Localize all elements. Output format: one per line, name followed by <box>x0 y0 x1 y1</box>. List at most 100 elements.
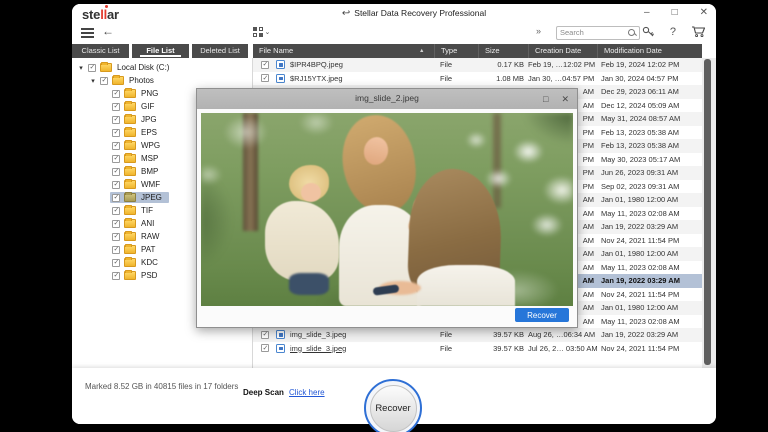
tree-item-photos[interactable]: ▾Photos <box>72 74 252 87</box>
tree-item-inner: Photos <box>98 75 161 86</box>
marked-summary-text: Marked 8.52 GB in 40815 files in 17 fold… <box>85 381 253 392</box>
scrollbar-thumb[interactable] <box>704 59 711 365</box>
table-row[interactable]: $IPR4BPQ.jpegFile0.17 KBFeb 19, …12:02 P… <box>253 58 702 72</box>
size-cell: 39.57 KB <box>468 330 524 339</box>
expand-arrow-icon[interactable]: ▾ <box>88 77 98 85</box>
folder-icon <box>124 193 136 202</box>
tab-file-list[interactable]: File List <box>132 44 189 58</box>
checkbox-checked-icon[interactable] <box>112 272 120 280</box>
tab-deleted-list[interactable]: Deleted List <box>192 44 248 58</box>
deep-scan-label: Deep Scan <box>243 388 284 397</box>
checkbox-checked-icon[interactable] <box>112 220 120 228</box>
back-icon[interactable]: ← <box>102 24 114 38</box>
preview-title-bar[interactable]: img_slide_2.jpeg □ ✕ <box>197 89 577 109</box>
tree-item-label: PNG <box>141 89 158 98</box>
tree-item-label: PSD <box>141 271 157 280</box>
toolbar-right-icons: ? <box>642 25 706 38</box>
preview-title: img_slide_2.jpeg <box>197 93 577 103</box>
modification-date-cell: May 30, 2023 05:17 AM <box>601 155 680 164</box>
modification-date-cell: May 11, 2023 02:08 AM <box>601 263 680 272</box>
cart-icon[interactable] <box>691 25 706 38</box>
checkbox-checked-icon[interactable] <box>112 142 120 150</box>
tree-item-label: GIF <box>141 102 154 111</box>
preview-close-button[interactable]: ✕ <box>561 92 569 106</box>
preview-recover-button[interactable]: Recover <box>515 308 569 322</box>
modification-date-cell: Jan 01, 1980 12:00 AM <box>601 249 678 258</box>
sort-ascending-icon[interactable]: ▲ <box>419 44 424 58</box>
tree-item-inner: PSD <box>110 270 164 281</box>
tree-item-inner: ANI <box>110 218 161 229</box>
tree-item-inner: RAW <box>110 231 166 242</box>
minimize-button[interactable]: – <box>644 6 650 20</box>
tree-item-inner: Local Disk (C:) <box>86 62 176 73</box>
preview-window: img_slide_2.jpeg □ ✕ Recover <box>196 88 578 328</box>
modification-date-cell: May 31, 2024 08:57 AM <box>601 114 680 123</box>
size-cell: 0.17 KB <box>468 60 524 69</box>
column-header-modification-date[interactable]: Modification Date <box>597 44 702 58</box>
type-cell: File <box>440 344 452 353</box>
tree-item-label: WMF <box>141 180 160 189</box>
checkbox-checked-icon[interactable] <box>112 194 120 202</box>
checkbox-checked-icon[interactable] <box>112 90 120 98</box>
recover-button[interactable]: Recover <box>364 379 422 432</box>
row-checkbox-checked-icon[interactable] <box>261 61 269 69</box>
window-title: ↩Stellar Data Recovery Professional <box>272 8 556 19</box>
view-switcher-button[interactable]: ⌄ <box>253 27 270 37</box>
checkbox-checked-icon[interactable] <box>112 259 120 267</box>
window-controls: – □ ✕ <box>644 6 708 20</box>
tabs-and-header-row: Classic ListFile ListDeleted List File N… <box>72 44 716 58</box>
checkbox-checked-icon[interactable] <box>112 155 120 163</box>
modification-date-cell: Jan 01, 1980 12:00 AM <box>601 303 678 312</box>
vertical-scrollbar[interactable] <box>702 58 716 368</box>
checkbox-checked-icon[interactable] <box>112 181 120 189</box>
modification-date-cell: Feb 13, 2023 05:38 AM <box>601 141 679 150</box>
expand-arrow-icon[interactable]: ▾ <box>76 64 86 72</box>
checkbox-checked-icon[interactable] <box>112 207 120 215</box>
row-checkbox-checked-icon[interactable] <box>261 331 269 339</box>
column-header-creation-date[interactable]: Creation Date <box>528 44 597 58</box>
preview-maximize-button[interactable]: □ <box>543 92 548 106</box>
tree-item-label: BMP <box>141 167 158 176</box>
logo-text-end: ar <box>107 7 119 22</box>
menu-icon[interactable] <box>81 28 94 41</box>
tree-item-inner: KDC <box>110 257 165 268</box>
photo-toddler-jeans <box>289 273 329 295</box>
checkbox-checked-icon[interactable] <box>112 129 120 137</box>
tree-item-local-disk-c-[interactable]: ▾Local Disk (C:) <box>72 61 252 74</box>
modification-date-cell: Feb 19, 2024 12:02 PM <box>601 60 679 69</box>
checkbox-checked-icon[interactable] <box>112 246 120 254</box>
overflow-chevrons-icon[interactable]: » <box>536 26 541 36</box>
file-name-cell: img_slide_3.jpeg <box>290 330 346 339</box>
grid-view-icon <box>253 27 263 37</box>
column-header-type[interactable]: Type <box>434 44 478 58</box>
checkbox-checked-icon[interactable] <box>100 77 108 85</box>
logo-text: ste <box>82 7 100 22</box>
activation-key-icon[interactable] <box>642 25 655 38</box>
modification-date-cell: Nov 24, 2021 11:54 PM <box>601 236 679 245</box>
maximize-button[interactable]: □ <box>672 6 678 20</box>
search-icon[interactable] <box>628 29 636 37</box>
row-checkbox-checked-icon[interactable] <box>261 74 269 82</box>
checkbox-checked-icon[interactable] <box>112 116 120 124</box>
checkbox-checked-icon[interactable] <box>112 103 120 111</box>
column-header-file-name[interactable]: File Name <box>253 44 434 58</box>
photo-girl-top <box>417 265 515 306</box>
deep-scan-link[interactable]: Click here <box>289 388 325 397</box>
checkbox-checked-icon[interactable] <box>112 233 120 241</box>
checkbox-checked-icon[interactable] <box>112 168 120 176</box>
modification-date-cell: Feb 13, 2023 05:38 AM <box>601 128 679 137</box>
table-row[interactable]: $RJ15YTX.jpegFile1.08 MBJan 30, …04:57 P… <box>253 72 702 86</box>
close-button[interactable]: ✕ <box>700 6 708 20</box>
logo-accent: ll <box>100 7 107 22</box>
row-checkbox-checked-icon[interactable] <box>261 344 269 352</box>
help-icon[interactable]: ? <box>670 26 676 38</box>
tree-item-inner: JPG <box>110 114 164 125</box>
tab-classic-list[interactable]: Classic List <box>72 44 129 58</box>
folder-icon <box>124 89 136 98</box>
table-row[interactable]: img_slide_3.jpegFile39.57 KBJul 26, 2… 0… <box>253 342 702 356</box>
search-input[interactable] <box>560 27 624 39</box>
column-header-size[interactable]: Size <box>478 44 528 58</box>
checkbox-checked-icon[interactable] <box>88 64 96 72</box>
table-row[interactable]: img_slide_3.jpegFile39.57 KBAug 26, …06:… <box>253 328 702 342</box>
modification-date-cell: Jan 30, 2024 04:57 PM <box>601 74 679 83</box>
